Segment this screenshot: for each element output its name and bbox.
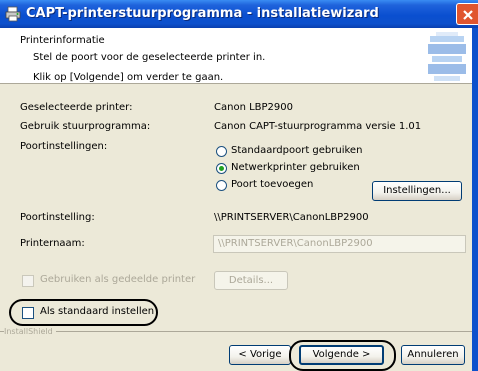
selected-printer-label: Geselecteerde printer: xyxy=(20,102,133,113)
driver-label: Gebruik stuurprogramma: xyxy=(20,121,151,132)
header-title: Printerinformatie xyxy=(20,35,105,46)
window-frame xyxy=(472,28,478,371)
radio-network-printer-label: Netwerkprinter gebruiken xyxy=(231,162,360,173)
port-setting-value: \\PRINTSERVER\CanonLBP2900 xyxy=(214,212,369,223)
printer-setup-icon xyxy=(5,6,21,22)
checkbox[interactable] xyxy=(22,307,34,319)
radio-add-port-label: Poort toevoegen xyxy=(231,179,314,190)
printer-stack-icon xyxy=(422,30,472,84)
next-button[interactable]: Volgende > xyxy=(299,345,384,365)
radio-network-printer[interactable]: Netwerkprinter gebruiken xyxy=(216,162,376,176)
footer-divider xyxy=(0,331,472,332)
window-title: CAPT-printerstuurprogramma - installatie… xyxy=(26,6,379,21)
shared-printer-label: Gebruiken als gedeelde printer xyxy=(40,274,196,285)
radio-standard-port[interactable]: Standaardpoort gebruiken xyxy=(216,145,376,159)
radio-button[interactable] xyxy=(216,146,227,157)
header-subtitle: Stel de poort voor de geselecteerde prin… xyxy=(33,52,266,63)
settings-button[interactable]: Instellingen... xyxy=(372,181,462,201)
header-instruction: Klik op [Volgende] om verder te gaan. xyxy=(33,72,224,83)
driver-value: Canon CAPT-stuurprogramma versie 1.01 xyxy=(214,121,422,132)
default-printer-checkbox[interactable]: Als standaard instellen xyxy=(22,306,155,320)
cancel-button[interactable]: Annuleren xyxy=(401,345,465,365)
default-printer-label: Als standaard instellen xyxy=(40,306,155,317)
printer-name-label: Printernaam: xyxy=(20,238,85,249)
close-button[interactable] xyxy=(456,3,478,25)
footer-brand: InstallShield xyxy=(4,327,56,336)
close-icon xyxy=(463,10,473,20)
radio-button-selected[interactable] xyxy=(216,163,227,174)
radio-standard-port-label: Standaardpoort gebruiken xyxy=(231,145,363,156)
port-setting-label: Poortinstelling: xyxy=(20,212,95,223)
radio-button[interactable] xyxy=(216,180,227,191)
checkbox[interactable] xyxy=(22,275,34,287)
port-settings-label: Poortinstellingen: xyxy=(20,141,108,152)
selected-printer-value: Canon LBP2900 xyxy=(214,102,293,113)
radio-add-port[interactable]: Poort toevoegen xyxy=(216,179,376,193)
shared-printer-checkbox[interactable]: Gebruiken als gedeelde printer xyxy=(22,274,202,288)
back-button[interactable]: < Vorige xyxy=(229,345,291,365)
details-button[interactable]: Details... xyxy=(214,271,288,290)
printer-name-field[interactable]: \\PRINTSERVER\CanonLBP2900 xyxy=(213,235,466,253)
